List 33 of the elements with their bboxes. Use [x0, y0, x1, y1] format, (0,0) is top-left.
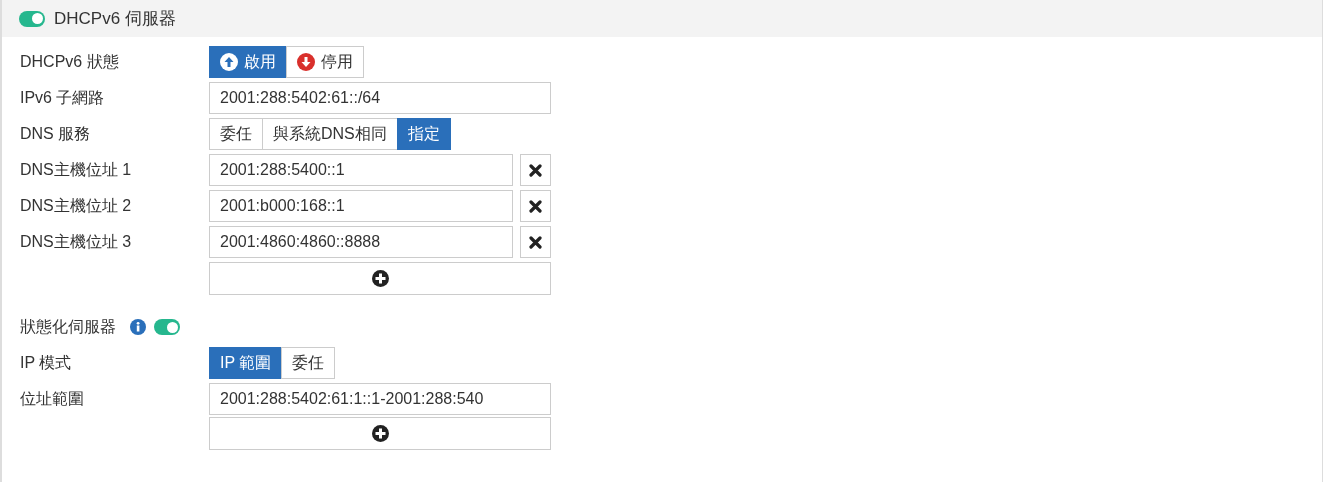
field-label: DNS主機位址 3 — [20, 232, 133, 252]
segment-button[interactable]: 啟用 — [209, 46, 287, 78]
remove-button[interactable] — [520, 190, 551, 222]
segment-button[interactable]: 停用 — [286, 46, 364, 78]
segment-button[interactable]: 指定 — [396, 118, 451, 150]
segment-button[interactable]: 與系統DNS相同 — [262, 118, 398, 150]
toggle-switch[interactable] — [154, 319, 180, 335]
remove-button[interactable] — [520, 226, 551, 258]
segment-button[interactable]: 委任 — [281, 347, 336, 379]
text-field[interactable]: 2001:b000:168::1 — [209, 190, 513, 222]
field-label: DNS主機位址 2 — [20, 196, 133, 216]
text-field[interactable]: 2001:4860:4860::8888 — [209, 226, 513, 258]
remove-button[interactable] — [520, 154, 551, 186]
info-icon[interactable] — [130, 319, 146, 335]
text-field[interactable]: 2001:288:5402:61::/64 — [209, 82, 551, 114]
close-icon — [529, 163, 542, 177]
segment-button[interactable]: IP 範圍 — [209, 347, 283, 379]
plus-icon — [371, 425, 389, 442]
section-title: DHCPv6 伺服器 — [54, 7, 176, 30]
close-icon — [529, 199, 542, 213]
toggle-switch[interactable] — [19, 10, 45, 27]
field-label: DHCPv6 狀態 — [20, 52, 120, 72]
segment-button[interactable]: 委任 — [209, 118, 263, 150]
field-label: 狀態化伺服器 — [20, 317, 116, 337]
field-label: IPv6 子網路 — [20, 88, 106, 108]
text-field[interactable]: 2001:288:5402:61:1::1-2001:288:540 — [209, 383, 551, 415]
plus-icon — [371, 270, 389, 287]
close-icon — [529, 235, 542, 249]
field-label: DNS 服務 — [20, 124, 92, 144]
field-label: 位址範圍 — [20, 389, 85, 409]
field-label: IP 模式 — [20, 353, 73, 373]
field-label: DNS主機位址 1 — [20, 160, 133, 180]
text-field[interactable]: 2001:288:5400::1 — [209, 154, 513, 186]
